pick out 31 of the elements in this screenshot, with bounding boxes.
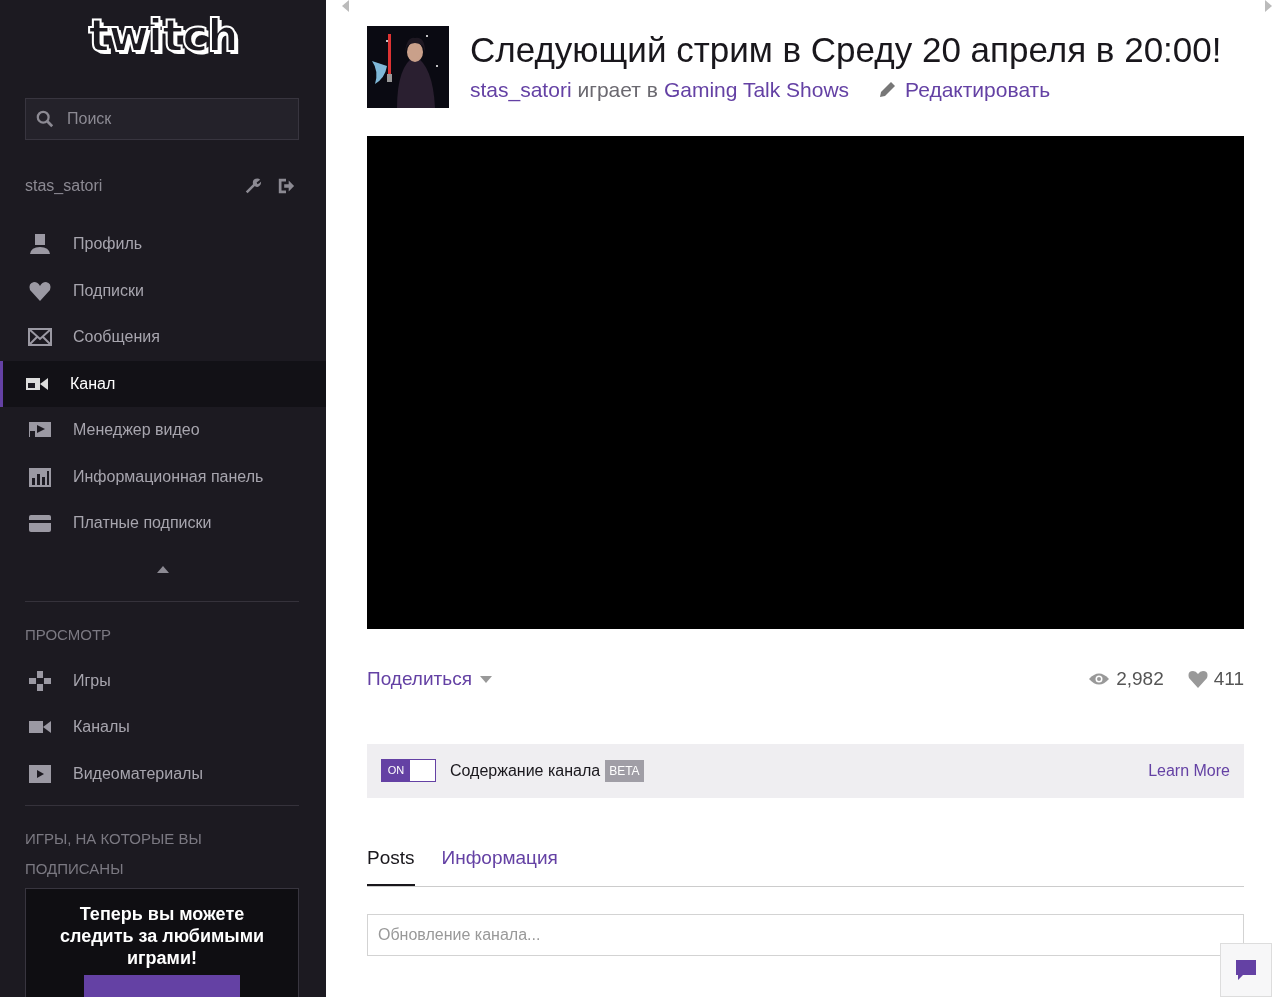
playing-text: играет в xyxy=(577,76,658,103)
learn-more-link[interactable]: Learn More xyxy=(1148,758,1230,783)
sidebar-item[interactable]: Каналы xyxy=(0,704,326,751)
follower-count: 411 xyxy=(1213,667,1244,691)
view-count: 2,982 xyxy=(1116,667,1164,691)
sidebar-item[interactable]: Платные подписки xyxy=(0,500,326,547)
toggle-switch[interactable]: ON xyxy=(381,759,436,782)
logo[interactable]: twitch xyxy=(88,0,238,58)
search-field[interactable]: Поиск xyxy=(25,98,299,140)
tab[interactable]: Posts xyxy=(367,843,415,886)
share-button[interactable]: Поделиться xyxy=(367,665,492,694)
streamer-link[interactable]: stas_satori xyxy=(470,73,572,105)
section-heading: ИГРЫ, НА КОТОРЫЕ ВЫ ПОДПИСАНЫ xyxy=(24,829,203,879)
sidebar-item[interactable]: Канал xyxy=(0,360,326,407)
tab[interactable]: Информация xyxy=(441,843,558,886)
sidebar-item[interactable]: Менеджер видео xyxy=(0,407,326,454)
edit-link[interactable]: Редактировать xyxy=(905,73,1051,105)
sidebar-item[interactable]: Сообщения xyxy=(0,314,326,361)
sidebar-item[interactable]: Игры xyxy=(0,657,326,704)
sidebar-item[interactable]: Подписки xyxy=(0,267,326,314)
beta-badge: BETA xyxy=(605,759,644,782)
sidebar-item[interactable]: Профиль xyxy=(0,221,326,268)
sidebar-item[interactable]: Видеоматериалы xyxy=(0,750,326,797)
section-heading: ПРОСМОТР xyxy=(24,624,113,645)
username: stas_satori xyxy=(25,176,103,196)
post-input-field[interactable]: Обновление канала... xyxy=(367,914,1244,956)
channel-content-label: Содержание канала xyxy=(450,760,601,781)
game-link[interactable]: Gaming Talk Shows xyxy=(663,73,850,105)
stream-title: Следующий стрим в Среду 20 апреля в 20:00! xyxy=(470,31,1222,70)
promo-text: Теперь вы можете следить за любимыми играми! xyxy=(58,903,266,969)
sidebar-item[interactable]: Информационная панель xyxy=(0,453,326,500)
